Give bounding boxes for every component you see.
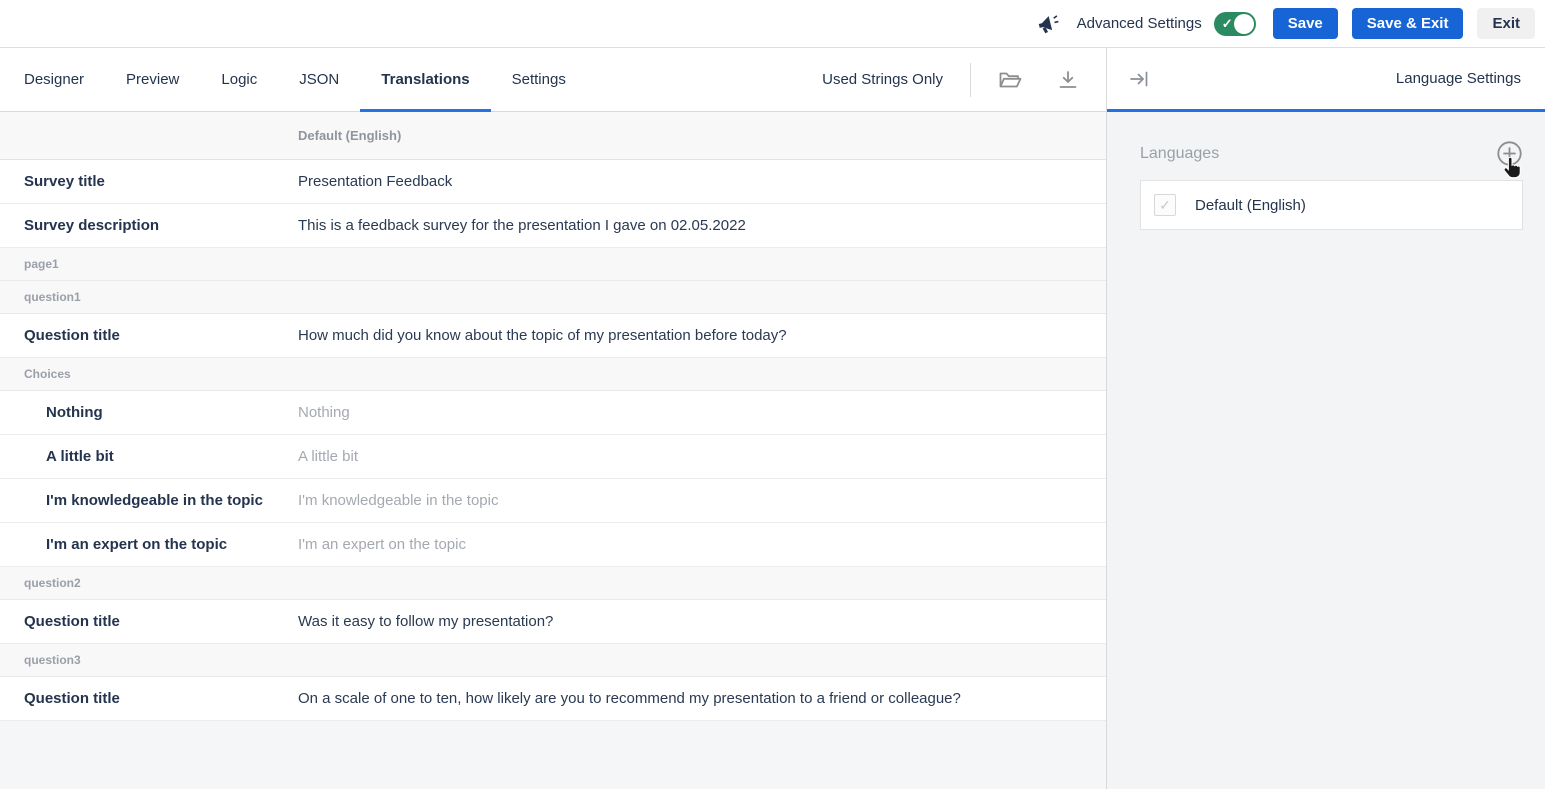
string-label: Question title xyxy=(0,677,298,720)
translation-value[interactable]: Was it easy to follow my presentation? xyxy=(298,600,1106,643)
tab-translations[interactable]: Translations xyxy=(360,48,490,111)
header-spacer xyxy=(0,112,298,159)
download-icon[interactable] xyxy=(1057,70,1079,90)
used-strings-only-button[interactable]: Used Strings Only xyxy=(822,71,943,88)
tab-designer[interactable]: Designer xyxy=(3,48,105,111)
string-label: Survey title xyxy=(0,160,298,203)
language-name: Default (English) xyxy=(1195,197,1306,214)
languages-header-row: Languages xyxy=(1140,140,1523,167)
panel-title: Language Settings xyxy=(1396,70,1521,87)
translation-value[interactable]: On a scale of one to ten, how likely are… xyxy=(298,677,1106,720)
tab-settings[interactable]: Settings xyxy=(491,48,587,111)
translation-value[interactable]: A little bit xyxy=(298,435,1106,478)
save-button[interactable]: Save xyxy=(1273,8,1338,39)
translations-table: Default (English) Survey titlePresentati… xyxy=(0,112,1106,789)
open-folder-icon[interactable] xyxy=(998,70,1023,90)
translation-value[interactable]: Nothing xyxy=(298,391,1106,434)
advanced-settings-toggle[interactable]: ✓ xyxy=(1214,12,1256,36)
translation-row: Survey titlePresentation Feedback xyxy=(0,160,1106,204)
main-area: Designer Preview Logic JSON Translations… xyxy=(0,48,1106,789)
group-header-row: question3 xyxy=(0,644,1106,677)
translation-row: I'm an expert on the topicI'm an expert … xyxy=(0,523,1106,567)
translation-row: NothingNothing xyxy=(0,391,1106,435)
string-label: Nothing xyxy=(0,391,298,434)
string-label: I'm knowledgeable in the topic xyxy=(0,479,298,522)
group-header-row: question2 xyxy=(0,567,1106,600)
string-label: I'm an expert on the topic xyxy=(0,523,298,566)
translation-row: Survey descriptionThis is a feedback sur… xyxy=(0,204,1106,248)
table-header-row: Default (English) xyxy=(0,112,1106,160)
translation-value[interactable]: This is a feedback survey for the presen… xyxy=(298,204,1106,247)
panel-header: Language Settings xyxy=(1107,48,1545,112)
translations-toolbar: Used Strings Only xyxy=(822,48,1106,111)
tab-preview[interactable]: Preview xyxy=(105,48,200,111)
survey-creator-page: Advanced Settings ✓ Save Save & Exit Exi… xyxy=(0,0,1545,789)
string-label: Survey description xyxy=(0,204,298,247)
language-checkbox[interactable]: ✓ xyxy=(1154,194,1176,216)
translation-value[interactable]: Presentation Feedback xyxy=(298,160,1106,203)
language-list-item: ✓ Default (English) xyxy=(1140,180,1523,230)
translation-row: I'm knowledgeable in the topicI'm knowle… xyxy=(0,479,1106,523)
group-header-row: page1 xyxy=(0,248,1106,281)
collapse-right-panel-icon[interactable] xyxy=(1128,70,1150,88)
column-header-default-english: Default (English) xyxy=(298,112,401,159)
tab-json[interactable]: JSON xyxy=(278,48,360,111)
string-label: Question title xyxy=(0,600,298,643)
toggle-check-icon: ✓ xyxy=(1222,16,1233,29)
translation-row: A little bitA little bit xyxy=(0,435,1106,479)
translation-row: Question titleHow much did you know abou… xyxy=(0,314,1106,358)
toggle-knob xyxy=(1234,14,1254,34)
save-and-exit-button[interactable]: Save & Exit xyxy=(1352,8,1464,39)
workspace: Designer Preview Logic JSON Translations… xyxy=(0,48,1545,789)
add-language-button[interactable] xyxy=(1496,140,1523,167)
tab-logic[interactable]: Logic xyxy=(200,48,278,111)
view-tabbar: Designer Preview Logic JSON Translations… xyxy=(0,48,1106,112)
language-settings-panel: Language Settings Languages ✓ Default (E… xyxy=(1106,48,1545,789)
string-label: Question title xyxy=(0,314,298,357)
string-label: A little bit xyxy=(0,435,298,478)
advanced-settings-label: Advanced Settings xyxy=(1077,15,1202,32)
top-toolbar: Advanced Settings ✓ Save Save & Exit Exi… xyxy=(0,0,1545,48)
translation-row: Question titleOn a scale of one to ten, … xyxy=(0,677,1106,721)
panel-body: Languages ✓ Default (English) xyxy=(1107,112,1545,789)
megaphone-icon[interactable] xyxy=(1036,13,1060,35)
translation-value[interactable]: How much did you know about the topic of… xyxy=(298,314,1106,357)
translation-row: Question titleWas it easy to follow my p… xyxy=(0,600,1106,644)
exit-button[interactable]: Exit xyxy=(1477,8,1535,39)
translation-value[interactable]: I'm an expert on the topic xyxy=(298,523,1106,566)
toolbar-divider xyxy=(970,63,971,97)
group-header-row: question1 xyxy=(0,281,1106,314)
languages-label: Languages xyxy=(1140,145,1219,163)
translation-value[interactable]: I'm knowledgeable in the topic xyxy=(298,479,1106,522)
group-header-row: Choices xyxy=(0,358,1106,391)
